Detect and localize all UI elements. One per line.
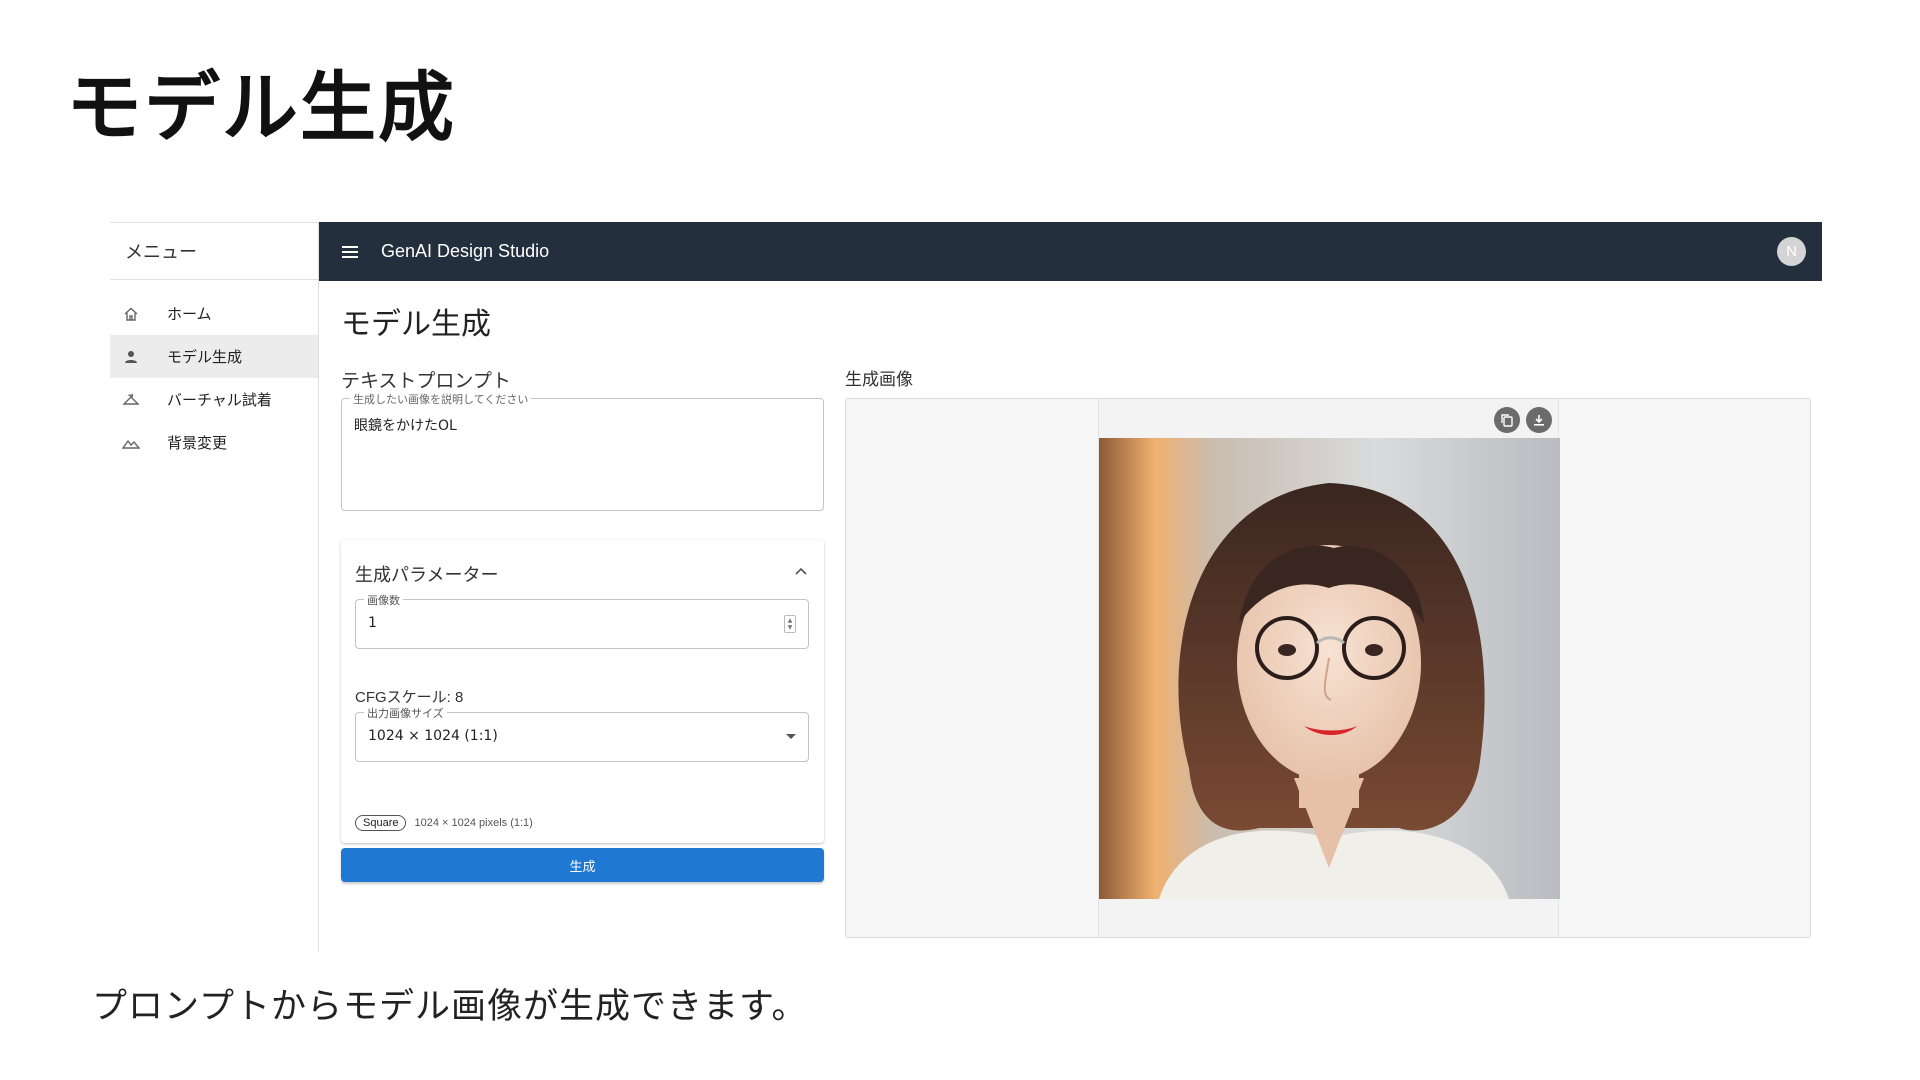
app-window: メニュー ホーム モデル生成 バーチャル試着 背景変更 GenAI Design… xyxy=(110,222,1822,952)
menu-icon[interactable] xyxy=(339,241,361,263)
slide-title: モデル生成 xyxy=(66,63,456,152)
drawer-item-label: ホーム xyxy=(167,305,212,323)
result-section-label: 生成画像 xyxy=(845,370,913,390)
generated-image-card xyxy=(1098,399,1560,937)
image-count-input[interactable]: 画像数 1 ▲ ▼ xyxy=(355,592,809,649)
image-count-label: 画像数 xyxy=(364,592,403,608)
app-bar: GenAI Design Studio N xyxy=(319,222,1822,281)
drawer-item-label: モデル生成 xyxy=(167,348,243,366)
avatar[interactable]: N xyxy=(1777,237,1806,266)
prompt-field-label: 生成したい画像を説明してください xyxy=(350,391,532,407)
drawer-list: ホーム モデル生成 バーチャル試着 背景変更 xyxy=(110,280,318,464)
params-title: 生成パラメーター xyxy=(355,565,499,586)
output-size-label: 出力画像サイズ xyxy=(364,705,447,721)
image-count-value: 1 xyxy=(368,615,377,631)
image-actions xyxy=(1488,407,1552,433)
drawer-item-label: 背景変更 xyxy=(167,434,228,452)
stepper-up-icon[interactable]: ▲ xyxy=(788,617,793,624)
size-description: 1024 × 1024 pixels (1:1) xyxy=(414,817,533,829)
drawer-item-model-generation[interactable]: モデル生成 xyxy=(110,335,318,378)
generated-portrait-image[interactable] xyxy=(1099,438,1560,899)
person-icon xyxy=(120,346,142,368)
number-stepper[interactable]: ▲ ▼ xyxy=(784,615,796,633)
copy-icon[interactable] xyxy=(1494,407,1520,433)
page-title: モデル生成 xyxy=(341,307,491,342)
landscape-icon xyxy=(120,432,142,454)
cfg-scale-label: CFGスケール: 8 xyxy=(355,689,464,706)
side-drawer: メニュー ホーム モデル生成 バーチャル試着 背景変更 xyxy=(110,222,319,952)
main-content: モデル生成 テキストプロンプト 生成したい画像を説明してください 眼鏡をかけたO… xyxy=(319,281,1822,952)
app-title: GenAI Design Studio xyxy=(381,241,550,261)
home-icon xyxy=(120,303,142,325)
hanger-icon xyxy=(120,389,142,411)
download-icon[interactable] xyxy=(1526,407,1552,433)
drawer-item-home[interactable]: ホーム xyxy=(110,292,318,335)
drawer-header: メニュー xyxy=(110,222,318,280)
dropdown-arrow-icon xyxy=(786,734,796,739)
generated-image-area xyxy=(845,398,1811,938)
size-info-row: Square 1024 × 1024 pixels (1:1) xyxy=(355,815,533,831)
slide-caption: プロンプトからモデル画像が生成できます。 xyxy=(92,987,808,1027)
prompt-textarea[interactable]: 生成したい画像を説明してください 眼鏡をかけたOL xyxy=(341,391,824,511)
chevron-up-icon[interactable] xyxy=(792,562,810,580)
drawer-item-background-change[interactable]: 背景変更 xyxy=(110,421,318,464)
aspect-chip: Square xyxy=(355,815,407,831)
generation-params-card: 生成パラメーター 画像数 1 ▲ ▼ CFGスケール: 8 出力画像サイズ 10… xyxy=(341,540,824,843)
drawer-item-label: バーチャル試着 xyxy=(167,391,272,409)
prompt-section-label: テキストプロンプト xyxy=(341,370,511,392)
generate-button[interactable]: 生成 xyxy=(341,848,824,882)
stepper-down-icon[interactable]: ▼ xyxy=(788,624,793,631)
output-size-select[interactable]: 出力画像サイズ 1024 × 1024 (1:1) xyxy=(355,705,809,762)
prompt-value: 眼鏡をかけたOL xyxy=(354,418,457,434)
output-size-value: 1024 × 1024 (1:1) xyxy=(368,728,498,744)
drawer-item-virtual-tryon[interactable]: バーチャル試着 xyxy=(110,378,318,421)
